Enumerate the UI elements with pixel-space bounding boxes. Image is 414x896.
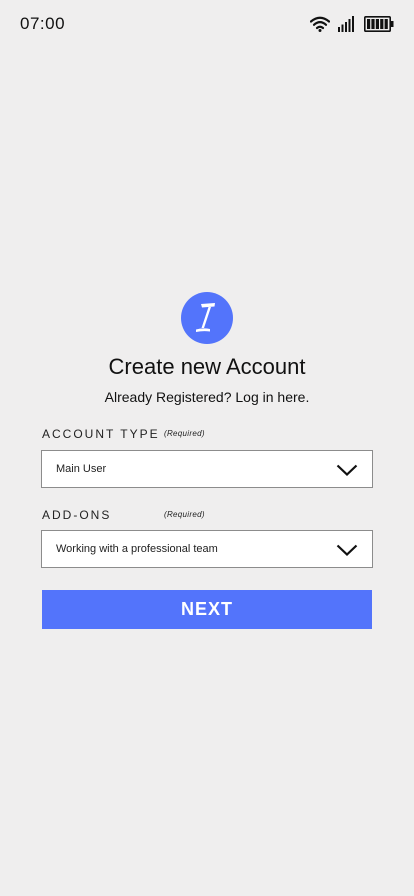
account-type-select[interactable]: Main User bbox=[41, 450, 373, 488]
status-bar: 07:00 bbox=[0, 0, 414, 50]
page-title: Create new Account bbox=[108, 354, 306, 379]
add-ons-required: (Required) bbox=[164, 510, 205, 519]
login-link[interactable]: Already Registered? Log in here. bbox=[0, 389, 414, 405]
account-type-value: Main User bbox=[56, 463, 107, 475]
signal-icon bbox=[338, 16, 356, 37]
chevron-down-icon bbox=[336, 463, 358, 481]
account-type-label-text: ACCOUNT TYPE bbox=[42, 427, 160, 441]
add-ons-label: ADD-ONS (Required) bbox=[42, 508, 204, 522]
wifi-icon bbox=[309, 16, 331, 37]
account-type-label: ACCOUNT TYPE (Required) bbox=[42, 427, 204, 441]
add-ons-select[interactable]: Working with a professional team bbox=[41, 530, 373, 568]
battery-icon bbox=[364, 16, 394, 37]
next-button[interactable]: NEXT bbox=[42, 590, 372, 629]
pen-logo-icon bbox=[196, 303, 215, 332]
status-time: 07:00 bbox=[20, 14, 66, 33]
chevron-down-icon bbox=[336, 543, 358, 561]
status-icons bbox=[309, 16, 394, 37]
add-ons-label-text: ADD-ONS bbox=[42, 508, 112, 522]
app-logo bbox=[181, 292, 233, 344]
add-ons-value: Working with a professional team bbox=[56, 543, 218, 555]
account-type-required: (Required) bbox=[164, 429, 205, 438]
